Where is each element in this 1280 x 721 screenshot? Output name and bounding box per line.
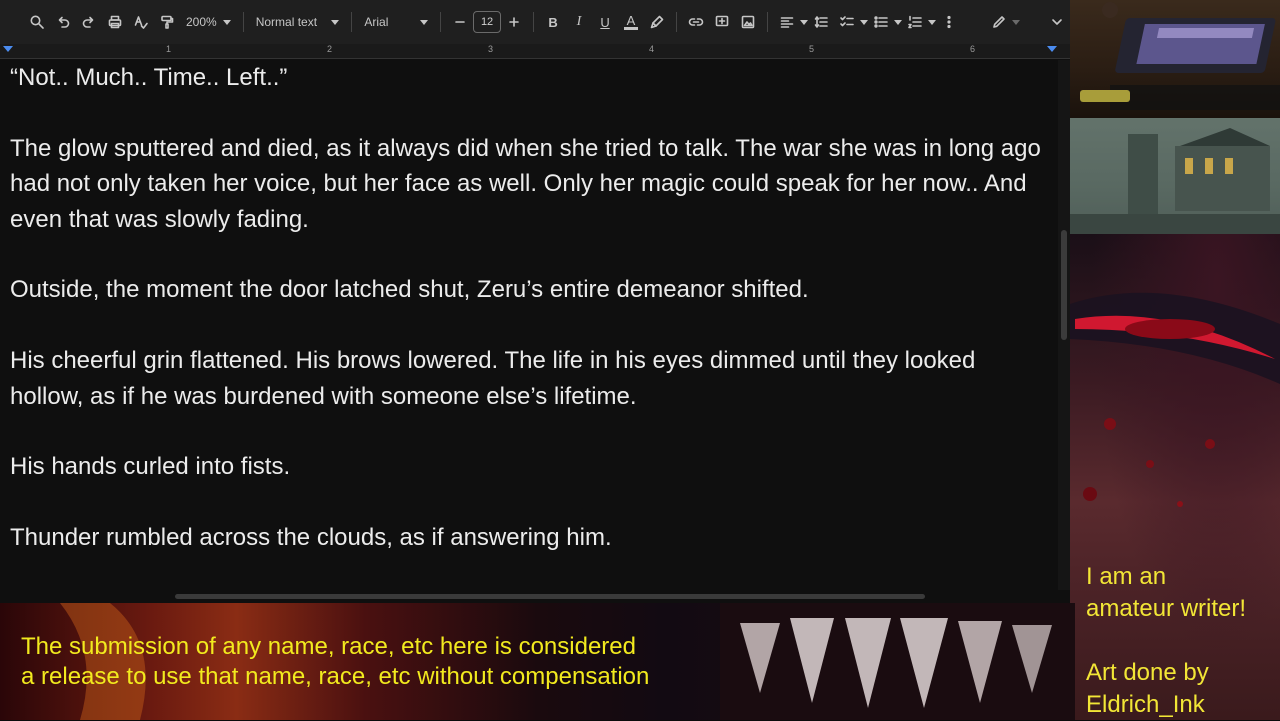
decrease-font-size-icon[interactable] [449,9,471,35]
chevron-down-icon [420,19,429,25]
font-dropdown[interactable]: Arial [358,9,434,35]
insert-image-icon[interactable] [737,9,759,35]
paragraph: Outside, the moment the door latched shu… [10,276,809,304]
town-artwork-image [1070,118,1280,234]
line-spacing-icon[interactable] [810,9,832,35]
text-color-swatch [624,26,639,30]
text-color-button[interactable]: A [620,9,642,35]
more-options-icon[interactable] [938,9,960,35]
divider [242,12,244,32]
note-line: amateur writer! [1086,595,1247,622]
keyboard-illustration [1080,2,1280,110]
zoom-dropdown[interactable]: 200% [180,9,237,35]
paragraph: “Not.. Much.. Time.. Left..” [10,64,288,91]
chevron-down-icon[interactable] [800,19,809,25]
ruler-number: 1 [166,44,172,54]
spelling-check-icon[interactable] [130,9,152,35]
numbered-list-icon[interactable] [904,9,926,35]
chevron-down-icon[interactable] [1012,19,1021,25]
paragraph-style-value: Normal text [255,15,318,29]
paragraph: His hands curled into fists. [10,453,291,481]
paragraph: His cheerful grin flattened. His brows l… [10,347,976,410]
chevron-down-icon[interactable] [894,19,903,25]
disclaimer-line: a release to use that name, race, etc wi… [21,663,650,690]
bulleted-list-icon[interactable] [870,9,892,35]
streamer-note: I am an amateur writer! Art done by Eldr… [1086,561,1278,721]
left-indent-marker-icon[interactable] [3,46,13,52]
increase-font-size-icon[interactable] [503,9,525,35]
print-icon[interactable] [104,9,126,35]
paragraph-style-dropdown[interactable]: Normal text [250,9,346,35]
chevron-down-icon[interactable] [928,19,937,25]
undo-icon[interactable] [52,9,74,35]
note-line: I am an [1086,563,1167,590]
release-disclaimer: The submission of any name, race, etc he… [21,632,741,692]
insert-link-icon[interactable] [685,9,707,35]
underline-button[interactable]: U [594,9,616,35]
ruler-number: 4 [649,44,655,54]
google-docs-window: 200% Normal text Arial 12 B I U A 1 2 3 … [0,0,1070,603]
chevron-down-icon[interactable] [860,19,869,25]
divider [440,12,442,32]
italic-button[interactable]: I [568,9,590,35]
horizontal-scrollbar[interactable] [175,594,925,599]
note-line: Art done by [1086,659,1209,686]
redo-icon[interactable] [78,9,100,35]
divider [767,12,769,32]
town-illustration [1070,118,1280,234]
paragraph: The glow sputtered and died, as it alway… [10,134,1041,233]
editing-mode-pencil-icon[interactable] [988,9,1010,35]
chevron-down-icon [222,19,231,25]
ruler-number: 3 [488,44,494,54]
divider [351,12,353,32]
font-value: Arial [364,15,389,29]
chevron-down-icon [331,19,340,25]
note-line: Eldrich_Ink [1086,691,1205,718]
disclaimer-line: The submission of any name, race, etc he… [21,633,636,660]
vertical-scrollbar-thumb[interactable] [1061,230,1067,340]
paragraph: Thunder rumbled across the clouds, as if… [10,524,612,552]
webcam-keyboard-image [1070,0,1280,118]
highlight-pen-icon[interactable] [646,9,668,35]
font-size-input[interactable]: 12 [473,11,502,33]
paint-format-icon[interactable] [156,9,178,35]
toolbar: 200% Normal text Arial 12 B I U A [0,0,1070,44]
ruler-number: 5 [809,44,815,54]
align-left-icon[interactable] [776,9,798,35]
divider [533,12,535,32]
checklist-icon[interactable] [836,9,858,35]
ruler[interactable]: 1 2 3 4 5 6 [0,44,1070,59]
right-indent-marker-icon[interactable] [1047,46,1057,52]
document-body[interactable]: “Not.. Much.. Time.. Left..” The glow sp… [0,60,1060,590]
text-color-letter: A [626,12,636,28]
ruler-number: 2 [327,44,333,54]
search-menus-icon[interactable] [26,9,48,35]
ruler-number: 6 [970,44,976,54]
add-comment-icon[interactable] [711,9,733,35]
bold-button[interactable]: B [542,9,564,35]
zoom-value: 200% [186,15,217,29]
divider [676,12,678,32]
collapse-toolbar-icon[interactable] [1046,9,1068,35]
